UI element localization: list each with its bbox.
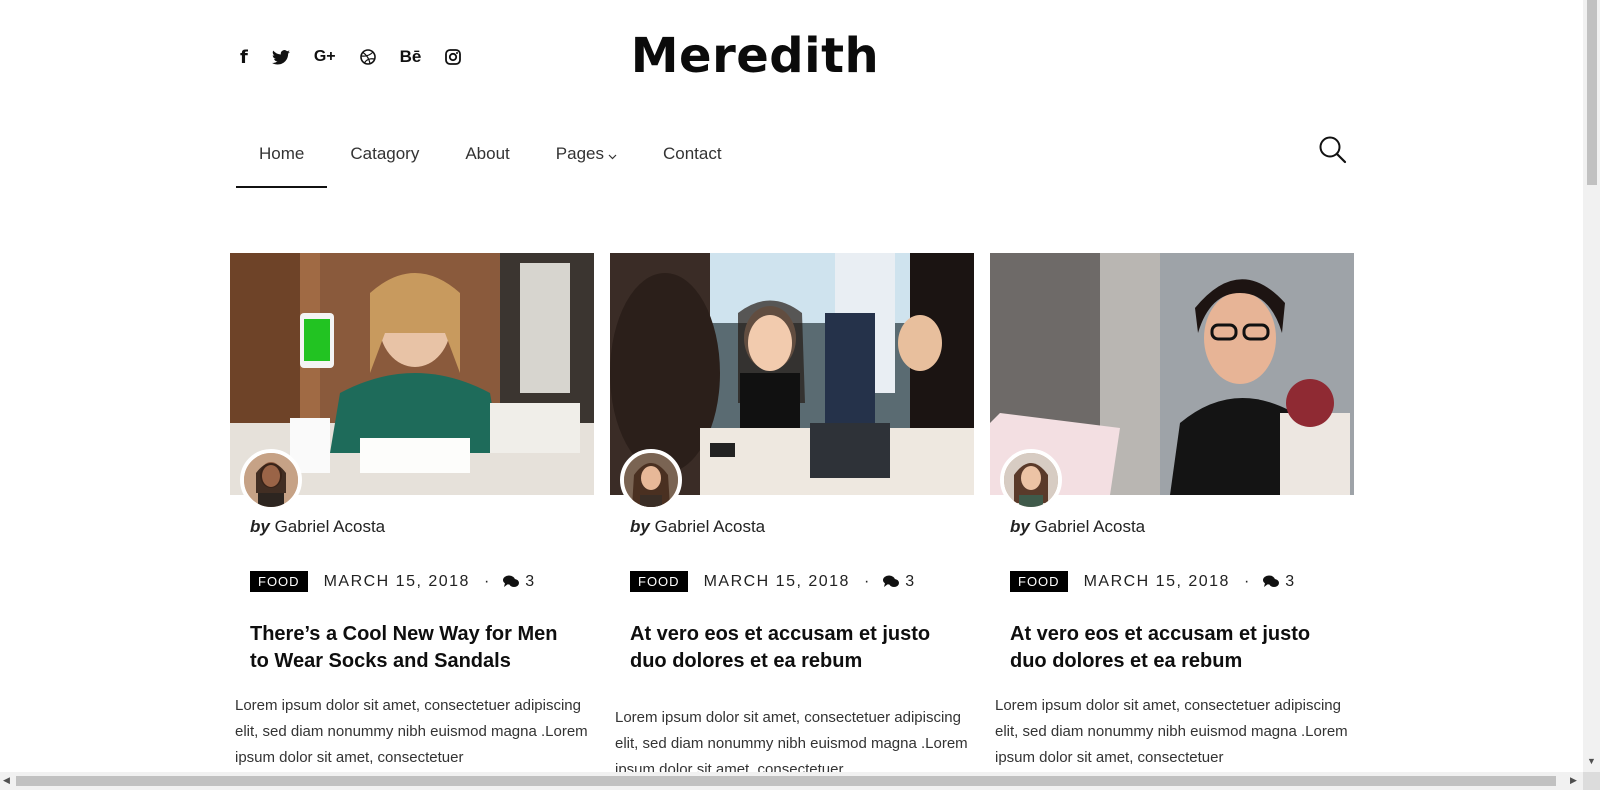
comments-icon bbox=[883, 575, 900, 587]
horizontal-scrollbar[interactable]: ◀ ▶ bbox=[0, 772, 1583, 790]
author-name[interactable]: Gabriel Acosta bbox=[1035, 517, 1146, 536]
google-plus-icon[interactable]: G+ bbox=[314, 42, 336, 72]
scroll-right-arrow[interactable]: ▶ bbox=[1570, 775, 1577, 786]
avatar[interactable] bbox=[240, 449, 302, 511]
byline-prefix: by bbox=[1010, 517, 1030, 536]
nav-item-label: Catagory bbox=[350, 144, 420, 163]
nav-item-pages[interactable]: Pages bbox=[533, 140, 640, 188]
comments-icon bbox=[1263, 575, 1280, 587]
scroll-down-arrow[interactable]: ▼ bbox=[1587, 756, 1596, 766]
meta-separator: · bbox=[863, 572, 870, 590]
comment-count[interactable]: 3 bbox=[883, 573, 914, 591]
nav-item-catagory[interactable]: Catagory bbox=[327, 140, 442, 188]
comment-count-value: 3 bbox=[525, 572, 535, 590]
site-logo[interactable]: Meredith bbox=[620, 28, 890, 84]
nav-item-label: Pages bbox=[555, 144, 604, 163]
search-icon[interactable] bbox=[1318, 135, 1348, 165]
nav-item-home[interactable]: Home bbox=[236, 140, 328, 188]
post-meta: FOOD MARCH 15, 2018 · 3 bbox=[250, 571, 534, 592]
facebook-icon[interactable]: f bbox=[240, 42, 248, 72]
nav-item-about[interactable]: About bbox=[442, 140, 532, 188]
author-name[interactable]: Gabriel Acosta bbox=[275, 517, 386, 536]
post-title[interactable]: At vero eos et accusam et justo duo dolo… bbox=[630, 621, 960, 675]
byline-prefix: by bbox=[630, 517, 650, 536]
comment-count-value: 3 bbox=[905, 572, 915, 590]
author-name[interactable]: Gabriel Acosta bbox=[655, 517, 766, 536]
category-badge[interactable]: FOOD bbox=[1010, 571, 1068, 592]
nav-item-label: About bbox=[465, 144, 510, 163]
post-meta: FOOD MARCH 15, 2018 · 3 bbox=[1010, 571, 1294, 592]
chevron-down-icon bbox=[608, 141, 617, 169]
byline-prefix: by bbox=[250, 517, 270, 536]
meta-separator: · bbox=[1243, 572, 1250, 590]
instagram-icon[interactable] bbox=[445, 42, 462, 72]
category-badge[interactable]: FOOD bbox=[630, 571, 688, 592]
avatar[interactable] bbox=[1000, 449, 1062, 511]
post-byline: by Gabriel Acosta bbox=[630, 517, 765, 537]
twitter-icon[interactable] bbox=[271, 42, 290, 72]
avatar[interactable] bbox=[620, 449, 682, 511]
post-date: MARCH 15, 2018 bbox=[703, 572, 850, 590]
nav-item-label: Contact bbox=[662, 144, 722, 163]
horizontal-scroll-thumb[interactable] bbox=[16, 776, 1556, 786]
dribbble-icon[interactable] bbox=[359, 42, 376, 72]
post-card[interactable]: by Gabriel Acosta FOOD MARCH 15, 2018 · … bbox=[610, 253, 974, 772]
scroll-left-arrow[interactable]: ◀ bbox=[3, 775, 10, 786]
category-badge[interactable]: FOOD bbox=[250, 571, 308, 592]
post-byline: by Gabriel Acosta bbox=[250, 517, 385, 537]
post-byline: by Gabriel Acosta bbox=[1010, 517, 1145, 537]
blog-page: f G+ Bē Meredith Home Catagory About Pag… bbox=[0, 0, 1583, 772]
post-card[interactable]: by Gabriel Acosta FOOD MARCH 15, 2018 · … bbox=[990, 253, 1354, 766]
vertical-scroll-thumb[interactable] bbox=[1587, 0, 1597, 185]
post-excerpt: Lorem ipsum dolor sit amet, consectetuer… bbox=[995, 697, 1348, 766]
comment-count-value: 3 bbox=[1285, 572, 1295, 590]
meta-separator: · bbox=[483, 572, 490, 590]
post-title[interactable]: At vero eos et accusam et justo duo dolo… bbox=[1010, 621, 1340, 675]
post-excerpt: Lorem ipsum dolor sit amet, consectetuer… bbox=[235, 697, 588, 766]
comment-count[interactable]: 3 bbox=[503, 573, 534, 591]
post-meta: FOOD MARCH 15, 2018 · 3 bbox=[630, 571, 914, 592]
post-title[interactable]: There’s a Cool New Way for Men to Wear S… bbox=[250, 621, 580, 675]
post-excerpt: Lorem ipsum dolor sit amet, consectetuer… bbox=[615, 709, 968, 772]
post-date: MARCH 15, 2018 bbox=[1083, 572, 1230, 590]
comment-count[interactable]: 3 bbox=[1263, 573, 1294, 591]
nav-item-label: Home bbox=[259, 144, 305, 163]
comments-icon bbox=[503, 575, 520, 587]
main-nav: Home Catagory About Pages Contact bbox=[236, 140, 745, 188]
post-date: MARCH 15, 2018 bbox=[323, 572, 470, 590]
scrollbar-corner bbox=[1583, 772, 1600, 790]
behance-icon[interactable]: Bē bbox=[400, 42, 422, 72]
post-card[interactable]: by Gabriel Acosta FOOD MARCH 15, 2018 · … bbox=[230, 253, 594, 766]
nav-item-contact[interactable]: Contact bbox=[640, 140, 745, 188]
social-links: f G+ Bē bbox=[240, 42, 485, 72]
vertical-scrollbar[interactable]: ▼ bbox=[1583, 0, 1600, 772]
